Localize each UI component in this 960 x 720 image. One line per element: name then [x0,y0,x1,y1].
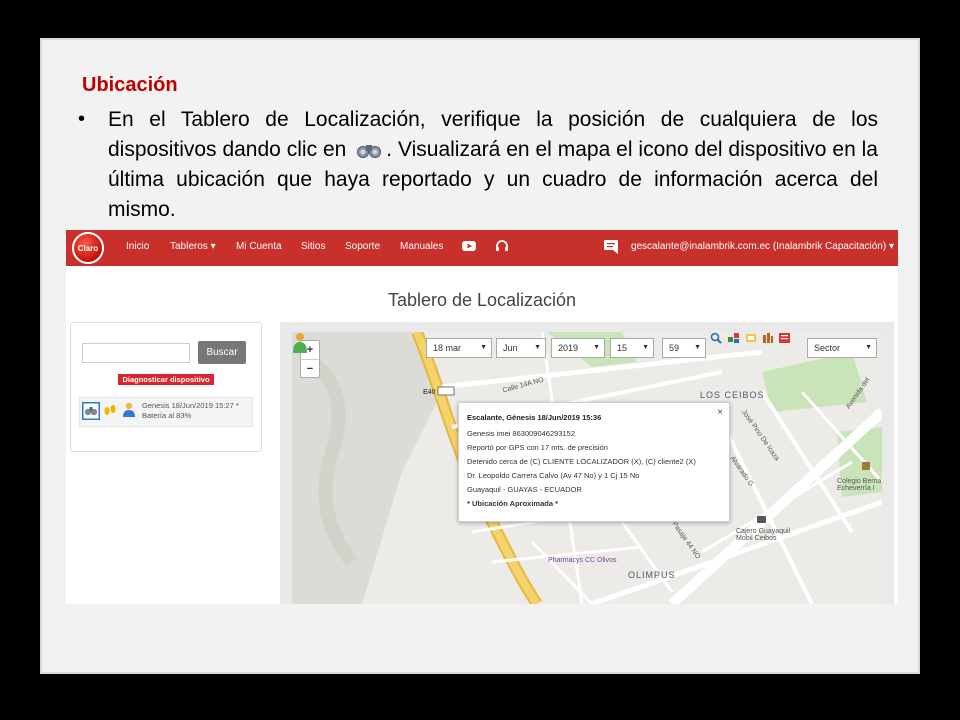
search-panel: Buscar Diagnosticar dispositivo Genesis … [70,322,262,452]
map-container: + − 18 mar ▼ Jun ▼ 2019 ▼ 15 ▼ 59 ▼ Sector ▼ L… [280,322,894,604]
search-icon[interactable] [710,332,722,344]
claro-logo[interactable]: Claro [72,232,104,264]
footprints-icon[interactable] [103,403,117,417]
nav-sitios[interactable]: Sitios [301,241,325,252]
bullet-text: En el Tablero de Localización, verifique… [108,105,878,225]
chevron-down-icon: ▼ [534,344,541,351]
layer-value: Sector [814,343,841,353]
slide: Ubicación • En el Tablero de Localizació… [40,38,920,674]
place-los-ceibos: LOS CEIBOS [700,390,765,400]
month-value: Jun [503,343,518,353]
place-cajero: Cajero Guayaquil Mobil Ceibos [736,528,791,542]
place-olimpus: OLIMPUS [628,570,676,580]
popup-imei: Genesis imei 863009046293152 [467,429,575,438]
route-icon[interactable] [728,332,740,344]
device-info: Genesis 18/Jun/2019 15:27 * Batería al 8… [142,401,239,421]
date-value: 18 mar [433,343,462,353]
slide-title: Ubicación [82,74,178,96]
device-last-report: Genesis 18/Jun/2019 15:27 * [142,401,239,410]
road-e40: E40 [423,389,436,396]
buildings-icon[interactable] [762,332,774,344]
date-select[interactable]: 18 mar ▼ [426,338,492,358]
binoculars-icon[interactable] [82,402,100,420]
place-pharmacys: Pharmacys CC Olivos [548,557,617,564]
minute-value: 59 [669,343,680,353]
place-colegio: Colegio Berna Echeverría I [837,478,882,492]
popup-city: Guayaquil - GUAYAS - ECUADOR [467,485,582,494]
headset-icon[interactable] [495,240,509,253]
minute-select[interactable]: 59 ▼ [662,338,706,358]
chevron-down-icon: ▼ [593,344,600,351]
device-location-marker[interactable] [292,332,308,354]
year-value: 2019 [558,343,579,353]
nav-inicio[interactable]: Inicio [126,241,149,252]
report-icon[interactable] [779,332,791,344]
device-battery: Batería al 83% [142,411,192,420]
layers-icon[interactable] [745,332,757,344]
user-menu[interactable]: gescalante@inalambrik.com.ec (Inalambrik… [631,241,894,252]
device-info-popup: × Escalante, Génesis 18/Jun/2019 15:36 G… [458,402,730,522]
chevron-down-icon: ▼ [480,344,487,351]
chevron-down-icon: ▼ [865,344,872,351]
binoculars-icon [357,145,382,159]
nav-manuales[interactable]: Manuales [400,241,443,252]
chevron-down-icon: ▼ [694,344,701,351]
diagnose-device-button[interactable]: Diagnosticar dispositivo [118,374,214,385]
zoom-out-button[interactable]: − [301,360,319,378]
page-title: Tablero de Localización [387,290,577,310]
chevron-down-icon: ▼ [642,344,649,351]
popup-approx: * Ubicación Aproximada * [467,499,558,508]
map-view[interactable]: + − 18 mar ▼ Jun ▼ 2019 ▼ 15 ▼ 59 ▼ Sector ▼ L… [292,332,882,604]
device-list-item[interactable]: Genesis 18/Jun/2019 15:27 * Batería al 8… [79,397,253,427]
app-screenshot: Claro Inicio Tableros ▾ Mi Cuenta Sitios… [66,230,898,604]
top-navbar: Claro Inicio Tableros ▾ Mi Cuenta Sitios… [66,230,898,266]
nav-mi-cuenta[interactable]: Mi Cuenta [236,241,282,252]
bullet-marker: • [78,108,86,130]
popup-address: Dr. Leopoldo Carrera Calvo (Av 47 No) y … [467,471,640,480]
device-search-input[interactable] [82,343,190,363]
popup-detenido: Detenido cerca de (C) CLIENTE LOCALIZADO… [467,457,696,466]
popup-gps: Reportó por GPS con 17 mts. de precisión [467,443,608,452]
layer-select[interactable]: Sector ▼ [807,338,877,358]
nav-soporte[interactable]: Soporte [345,241,380,252]
chat-icon[interactable] [604,240,620,254]
close-icon[interactable]: × [717,407,723,418]
hour-value: 15 [617,343,628,353]
popup-title: Escalante, Génesis 18/Jun/2019 15:36 [467,413,602,422]
search-button[interactable]: Buscar [198,341,246,364]
hour-select[interactable]: 15 ▼ [610,338,654,358]
nav-tableros[interactable]: Tableros ▾ [170,241,216,252]
person-icon[interactable] [122,402,136,418]
youtube-icon[interactable] [462,240,476,252]
year-select[interactable]: 2019 ▼ [551,338,605,358]
month-select[interactable]: Jun ▼ [496,338,546,358]
